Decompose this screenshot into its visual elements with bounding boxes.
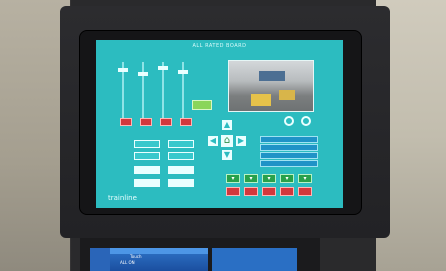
lower-panel-sidebar — [90, 248, 110, 271]
preset-down-button[interactable]: ▾ — [262, 174, 276, 183]
arrow-up-icon[interactable]: ▲ — [222, 120, 232, 130]
status-bar — [260, 144, 318, 151]
preset-red-button[interactable] — [244, 187, 258, 196]
source-button[interactable] — [168, 140, 194, 148]
preset-down-button[interactable]: ▾ — [244, 174, 258, 183]
slider-thumb[interactable] — [118, 68, 128, 72]
home-icon[interactable]: ⌂ — [221, 135, 233, 147]
volume-slider-4[interactable] — [178, 62, 188, 122]
arrow-down-icon[interactable]: ▼ — [222, 150, 232, 160]
status-bar — [260, 160, 318, 167]
preset-down-button[interactable]: ▾ — [226, 174, 240, 183]
zoom-in-icon[interactable] — [284, 116, 294, 126]
volume-slider-3[interactable] — [158, 62, 168, 122]
source-button[interactable] — [168, 152, 194, 160]
preset-red-button[interactable] — [262, 187, 276, 196]
room-desk — [251, 94, 271, 106]
status-bar — [260, 152, 318, 159]
preset-red-button[interactable] — [226, 187, 240, 196]
source-button-active[interactable] — [168, 166, 194, 174]
mute-button-4[interactable] — [180, 118, 192, 126]
arrow-right-icon[interactable]: ▶ — [236, 136, 246, 146]
slider-thumb[interactable] — [138, 72, 148, 76]
brand-logo: trainline — [108, 194, 137, 202]
source-button-active[interactable] — [134, 166, 160, 174]
lower-panel-label: Touch — [130, 254, 142, 259]
green-action-button[interactable] — [192, 100, 212, 110]
source-button-active[interactable] — [134, 179, 160, 187]
mute-button-2[interactable] — [140, 118, 152, 126]
room-desk — [279, 90, 295, 100]
slider-thumb[interactable] — [178, 70, 188, 74]
touch-panel-screen: ALL RATED BOARD ▲ ◀ ⌂ ▶ ▼ ▾ ▾ ▾ ▾ ▾ trai… — [96, 40, 343, 208]
mute-button-1[interactable] — [120, 118, 132, 126]
slider-thumb[interactable] — [158, 66, 168, 70]
camera-preview — [228, 60, 314, 112]
status-bar — [260, 136, 318, 143]
lower-panel-secondary — [212, 248, 297, 271]
preset-down-button[interactable]: ▾ — [298, 174, 312, 183]
volume-slider-1[interactable] — [118, 62, 128, 122]
source-button-active[interactable] — [168, 179, 194, 187]
preset-red-button[interactable] — [280, 187, 294, 196]
room-screen — [259, 71, 285, 81]
panel-title: ALL RATED BOARD — [192, 43, 247, 49]
arrow-left-icon[interactable]: ◀ — [208, 136, 218, 146]
source-button[interactable] — [134, 152, 160, 160]
zoom-out-icon[interactable] — [301, 116, 311, 126]
source-button[interactable] — [134, 140, 160, 148]
volume-slider-2[interactable] — [138, 62, 148, 122]
lower-panel-row: ALL ON — [120, 260, 135, 265]
preset-red-button[interactable] — [298, 187, 312, 196]
mute-button-3[interactable] — [160, 118, 172, 126]
preset-down-button[interactable]: ▾ — [280, 174, 294, 183]
